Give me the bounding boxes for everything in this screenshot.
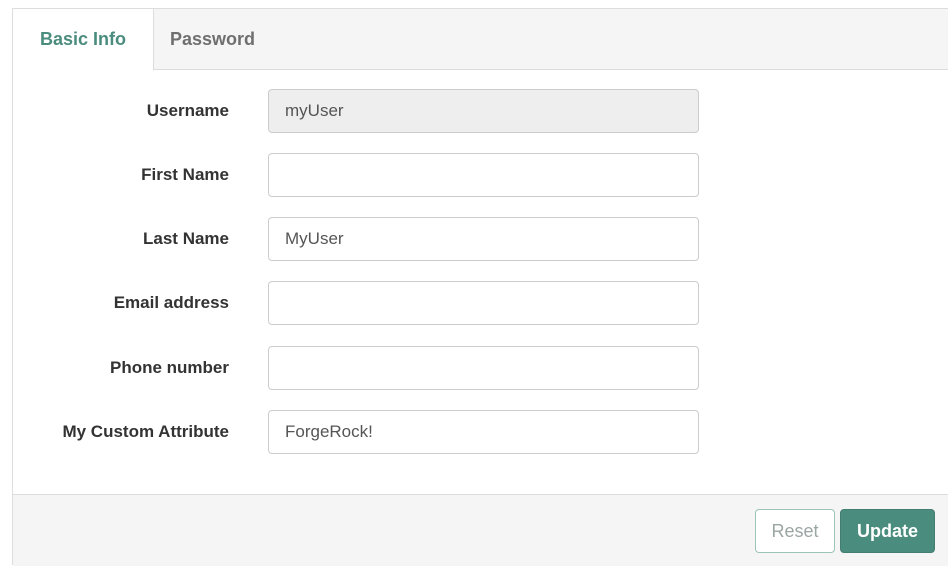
first-name-label: First Name xyxy=(141,165,229,184)
username-label: Username xyxy=(146,101,229,120)
reset-button[interactable]: Reset xyxy=(755,509,835,553)
email-label: Email address xyxy=(113,293,229,312)
username-field: myUser xyxy=(268,89,699,133)
tab-bar: Basic Info Password xyxy=(13,9,948,71)
first-name-field[interactable] xyxy=(268,153,699,197)
last-name-label: Last Name xyxy=(143,229,229,248)
last-name-field[interactable]: MyUser xyxy=(268,217,699,261)
username-row: Username myUser xyxy=(13,89,948,133)
last-name-row: Last Name MyUser xyxy=(13,217,948,261)
email-row: Email address xyxy=(13,281,948,325)
custom-attribute-label: My Custom Attribute xyxy=(62,422,229,441)
tab-password[interactable]: Password xyxy=(154,9,271,70)
phone-field[interactable] xyxy=(268,346,699,390)
phone-label: Phone number xyxy=(109,358,229,377)
profile-panel: Basic Info Password Username myUser Firs… xyxy=(12,8,948,566)
first-name-row: First Name xyxy=(13,153,948,197)
custom-attribute-row: My Custom Attribute ForgeRock! xyxy=(13,410,948,454)
custom-attribute-field[interactable]: ForgeRock! xyxy=(268,410,699,454)
email-field[interactable] xyxy=(268,281,699,325)
phone-row: Phone number xyxy=(13,346,948,390)
form-footer: Reset Update xyxy=(13,494,948,566)
tab-basic-info[interactable]: Basic Info xyxy=(13,9,154,71)
update-button[interactable]: Update xyxy=(840,509,935,553)
